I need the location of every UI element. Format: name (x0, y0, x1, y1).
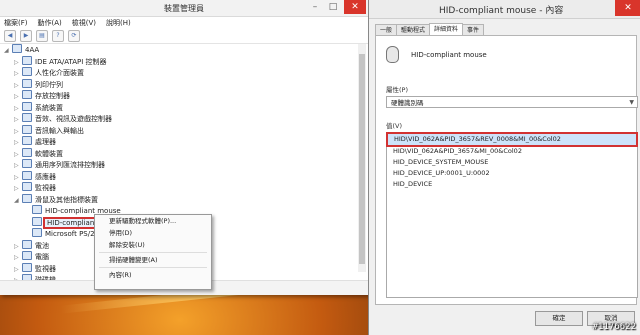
tree-node-label: 4AA (25, 46, 40, 54)
forward-icon[interactable]: ▶ (20, 30, 32, 42)
tree-node-label: 音訊輸入與輸出 (35, 126, 84, 135)
device-icon (22, 67, 32, 76)
tree-node-label: 人性化介面裝置 (35, 69, 84, 77)
value-item[interactable]: HID\VID_062A&PID_3657&REV_0008&MI_00&Col… (386, 132, 638, 147)
properties-icon[interactable]: ▤ (36, 30, 48, 42)
device-icon (22, 101, 32, 111)
device-icon (22, 262, 32, 272)
ok-button[interactable]: 確定 (535, 311, 583, 326)
tree-node-label: 電池 (35, 241, 49, 250)
tree-node[interactable]: ▷ 系統裝置 (4, 101, 352, 114)
device-icon (32, 216, 42, 226)
tree-node-label: 監視器 (35, 184, 56, 192)
value-item[interactable]: HID_DEVICE_UP:0001_U:0002 (387, 168, 637, 179)
device-icon (22, 78, 32, 88)
tree-node-label: IDE ATA/ATAPI 控制器 (35, 57, 107, 66)
watermark-text: #1176622 (592, 322, 636, 332)
device-icon (12, 44, 22, 53)
tree-node-label: 列印佇列 (35, 80, 63, 89)
menu-separator (99, 252, 207, 253)
device-name: HID-compliant mouse (411, 50, 487, 59)
tree-node-label: 存放控制器 (35, 92, 70, 100)
menu-item-scan-hardware[interactable]: 掃描硬體變更(A) (95, 254, 211, 266)
property-select[interactable]: 硬體識別碼 ▼ (386, 96, 638, 108)
device-icon (22, 124, 32, 134)
tree-node-label: 軟體裝置 (35, 149, 63, 158)
device-icon (22, 55, 32, 65)
context-menu: 更新驅動程式軟體(P)... 停用(D) 解除安裝(U) 掃描硬體變更(A) 內… (94, 214, 212, 290)
value-list: HID\VID_062A&PID_3657&REV_0008&MI_00&Col… (386, 132, 638, 298)
tree-node[interactable]: ▷ 存放控制器 (4, 90, 352, 102)
device-manager-titlebar: 裝置管理員 – □ ✕ (0, 0, 368, 17)
tree-node-label: 滑鼠及其他指標裝置 (35, 195, 98, 204)
tree-node[interactable]: ▷ 列印佇列 (4, 78, 352, 91)
toolbar: ◀ ▶ ▤ ? ⟳ (0, 29, 368, 44)
tree-node[interactable]: ◢ 4AA (4, 44, 352, 56)
scrollbar-thumb[interactable] (359, 54, 365, 264)
tree-node-label: 音效、視訊及遊戲控制器 (35, 115, 112, 123)
device-icon (22, 113, 32, 122)
device-icon (22, 239, 32, 249)
dialog-title: HID-compliant mouse - 內容 (439, 6, 564, 16)
tree-node[interactable]: ▷ 音訊輸入與輸出 (4, 124, 352, 137)
menu-item-uninstall[interactable]: 解除安裝(U) (95, 239, 211, 251)
back-icon[interactable]: ◀ (4, 30, 16, 42)
tree-node-label: 通用序列匯流排控制器 (35, 161, 105, 169)
tree-node-label: 電腦 (35, 253, 49, 261)
tree-node[interactable]: ▷ 處理器 (4, 136, 352, 148)
tree-node[interactable]: ◢ 滑鼠及其他指標裝置 (4, 193, 352, 206)
mouse-icon (386, 46, 399, 63)
properties-dialog: HID-compliant mouse - 內容 ✕ 一般 驅動程式 詳細資料 … (368, 0, 640, 335)
tree-node[interactable]: ▷ IDE ATA/ATAPI 控制器 (4, 55, 352, 68)
property-select-value: 硬體識別碼 (391, 99, 424, 107)
value-label: 值(V) (386, 122, 403, 130)
tree-node[interactable]: ▷ 軟體裝置 (4, 147, 352, 160)
value-item[interactable]: HID_DEVICE (387, 179, 637, 190)
menu-view[interactable]: 檢視(V) (72, 18, 96, 28)
tree-node-label: 系統裝置 (35, 103, 63, 112)
device-icon (32, 228, 42, 237)
device-icon (22, 136, 32, 145)
menu-file[interactable]: 檔案(F) (4, 18, 28, 28)
tree-node-label: 監視器 (35, 264, 56, 273)
device-icon (32, 205, 42, 214)
tree-node[interactable]: ▷ 通用序列匯流排控制器 (4, 159, 352, 171)
tree-scrollbar[interactable] (358, 44, 366, 272)
tree-node-label: 感應器 (35, 172, 56, 181)
device-icon (22, 251, 32, 260)
maximize-button[interactable]: □ (324, 0, 342, 14)
close-button[interactable]: ✕ (344, 0, 366, 14)
tree-node[interactable]: ▷ 感應器 (4, 170, 352, 183)
menu-item-properties[interactable]: 內容(R) (95, 269, 211, 281)
device-icon (22, 170, 32, 180)
tree-node-label: 處理器 (35, 138, 56, 146)
device-icon (22, 90, 32, 99)
device-icon (22, 147, 32, 157)
chevron-down-icon: ▼ (629, 99, 634, 106)
dialog-close-button[interactable]: ✕ (615, 0, 640, 16)
device-icon (22, 182, 32, 191)
property-label: 屬性(P) (386, 86, 408, 94)
menu-bar: 檔案(F) 動作(A) 檢視(V) 說明(H) (0, 17, 368, 29)
menu-help[interactable]: 說明(H) (106, 18, 131, 28)
tree-node[interactable]: ▷ 音效、視訊及遊戲控制器 (4, 113, 352, 125)
menu-action[interactable]: 動作(A) (38, 18, 62, 28)
value-item[interactable]: HID\VID_062A&PID_3657&MI_00&Col02 (387, 146, 637, 157)
menu-item-disable[interactable]: 停用(D) (95, 227, 211, 239)
dialog-titlebar: HID-compliant mouse - 內容 ✕ (369, 0, 640, 19)
value-item[interactable]: HID_DEVICE_SYSTEM_MOUSE (387, 157, 637, 168)
menu-item-update-driver[interactable]: 更新驅動程式軟體(P)... (95, 215, 211, 227)
help-icon[interactable]: ? (52, 30, 64, 42)
device-icon (22, 159, 32, 168)
tree-node[interactable]: ▷ 監視器 (4, 182, 352, 194)
device-header: HID-compliant mouse (386, 46, 487, 63)
minimize-button[interactable]: – (306, 0, 324, 14)
menu-separator (99, 267, 207, 268)
tree-node[interactable]: ▷ 人性化介面裝置 (4, 67, 352, 79)
device-icon (22, 193, 32, 203)
details-panel: HID-compliant mouse 屬性(P) 硬體識別碼 ▼ 值(V) H… (375, 35, 638, 305)
scan-icon[interactable]: ⟳ (68, 30, 80, 42)
tree-node-label: Microsoft PS/2 (45, 230, 95, 238)
